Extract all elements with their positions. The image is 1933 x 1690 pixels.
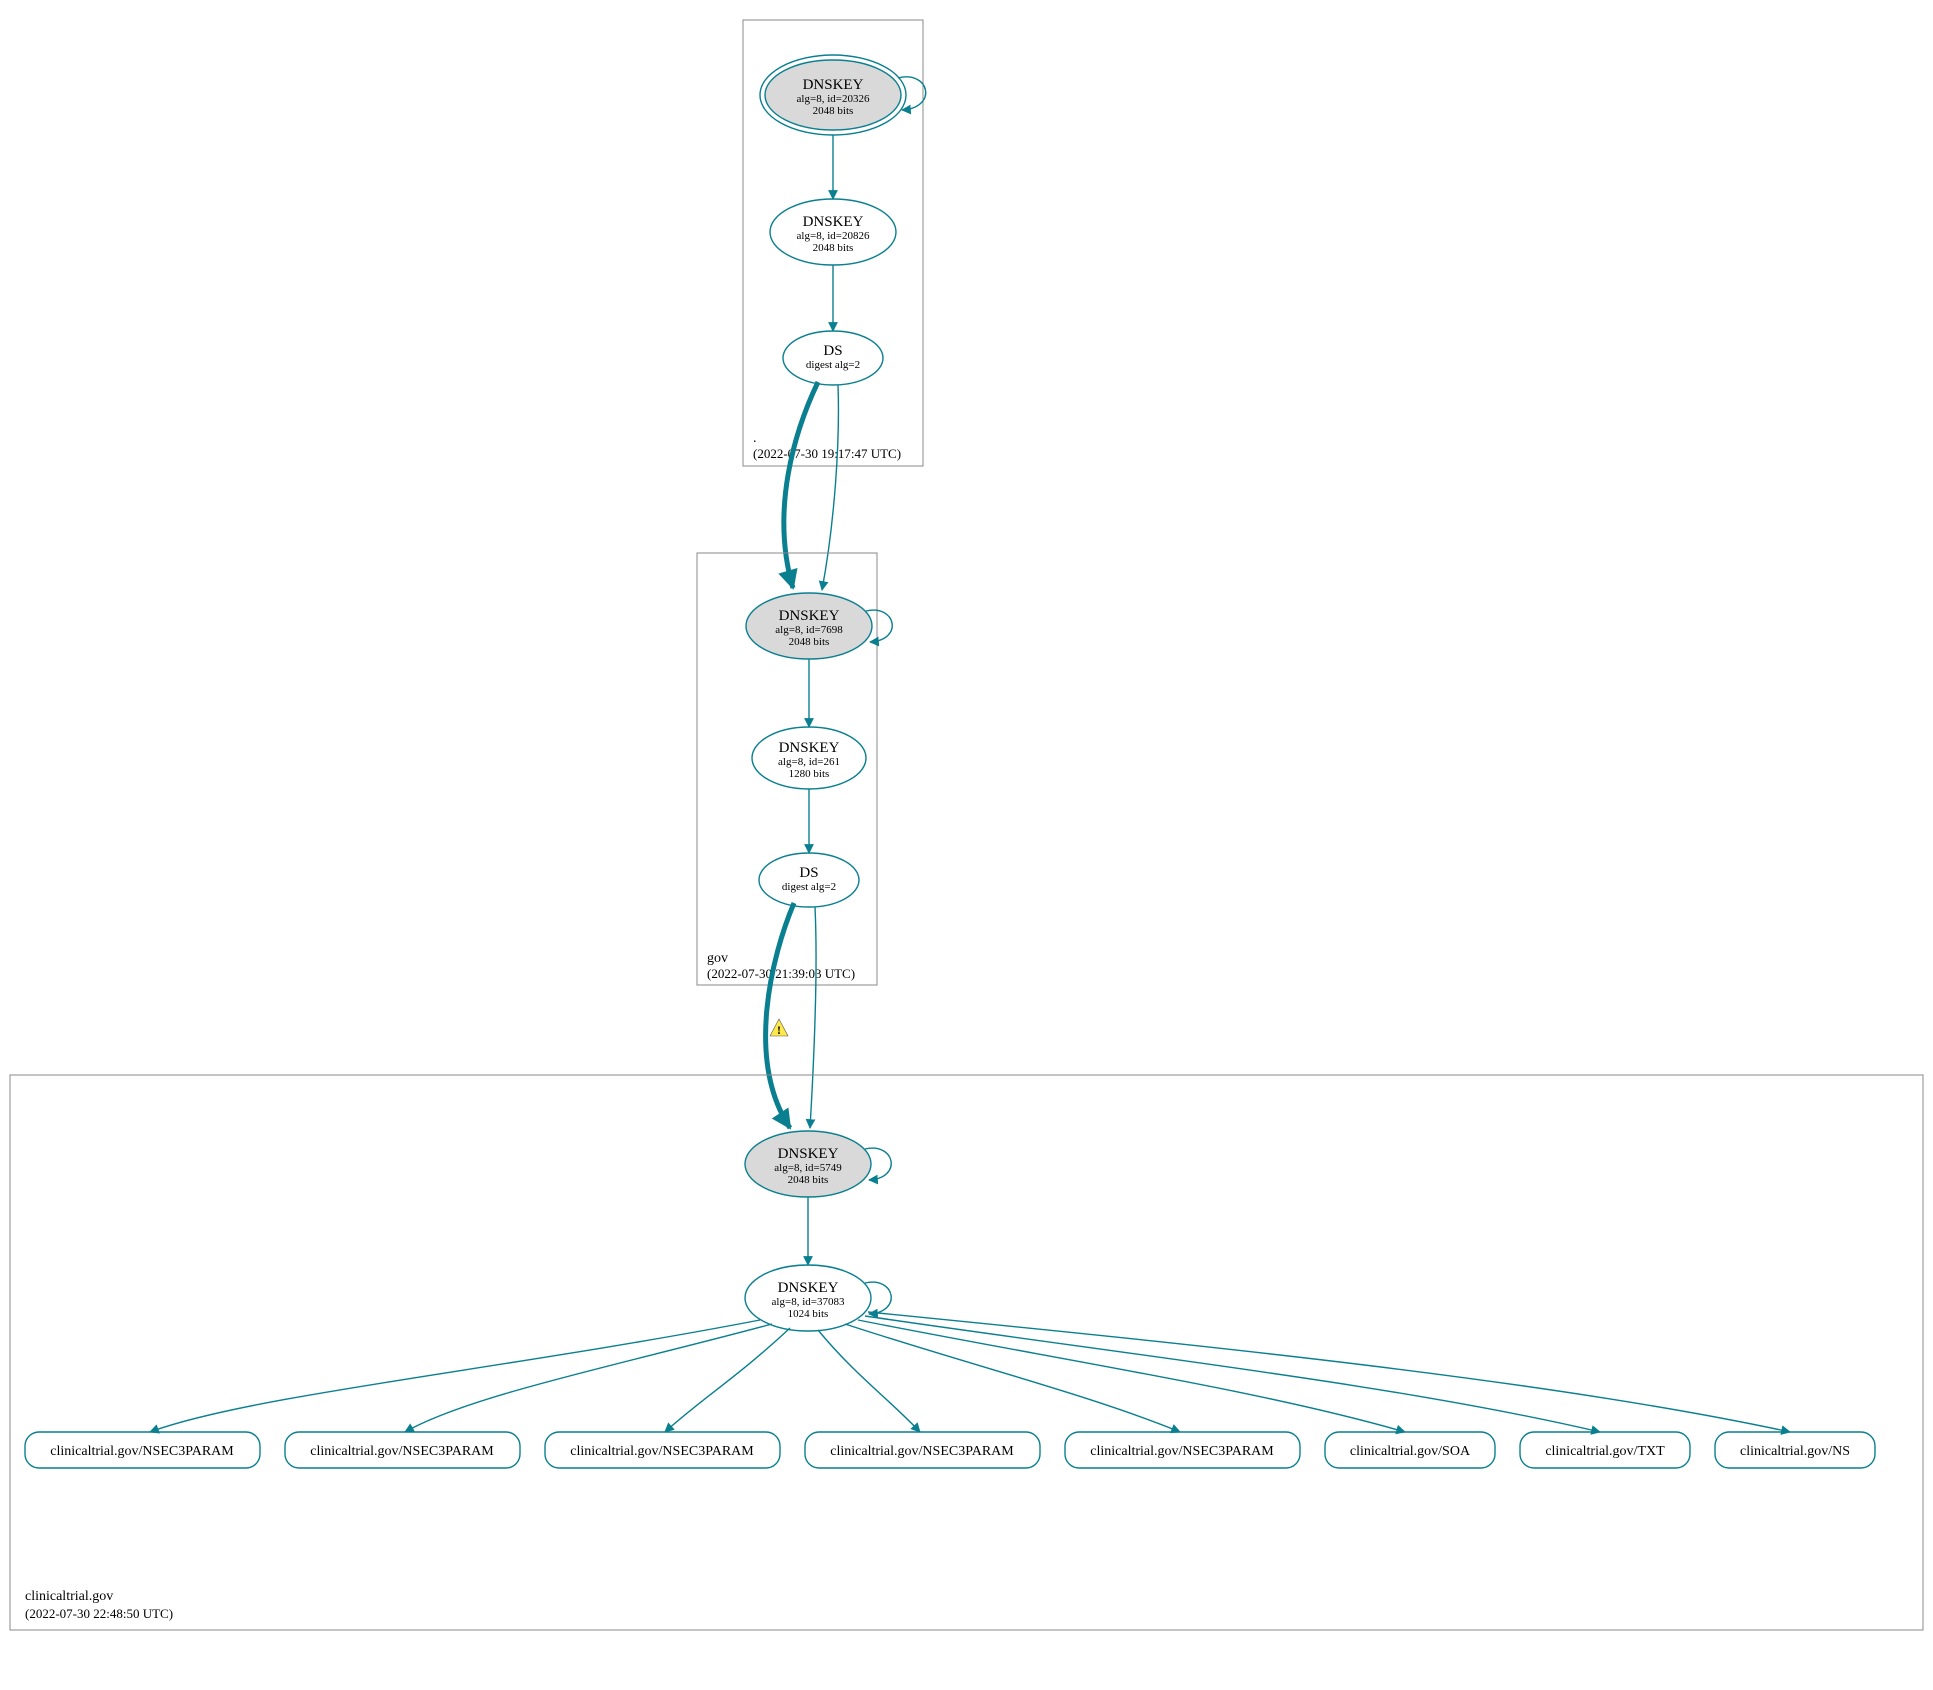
- node-gov-zsk: DNSKEY alg=8, id=261 1280 bits: [752, 727, 866, 789]
- node-root-ksk: DNSKEY alg=8, id=20326 2048 bits: [760, 55, 926, 135]
- svg-text:clinicaltrial.gov/NSEC3PARAM: clinicaltrial.gov/NSEC3PARAM: [830, 1444, 1014, 1459]
- rrset-group: clinicaltrial.gov/NSEC3PARAM clinicaltri…: [25, 1312, 1875, 1468]
- svg-text:clinicaltrial.gov/TXT: clinicaltrial.gov/TXT: [1545, 1444, 1665, 1459]
- node-gov-ds: DS digest alg=2: [759, 853, 859, 907]
- node-ct-ksk: DNSKEY alg=8, id=5749 2048 bits: [745, 1131, 891, 1197]
- svg-text:DNSKEY: DNSKEY: [778, 1280, 839, 1296]
- svg-text:alg=8, id=20826: alg=8, id=20826: [797, 230, 870, 242]
- edge-govds-to-ctksk-thick: [766, 903, 794, 1128]
- svg-text:DNSKEY: DNSKEY: [779, 608, 840, 624]
- svg-text:digest alg=2: digest alg=2: [782, 881, 836, 893]
- zone-clinicaltrial-timestamp: (2022-07-30 22:48:50 UTC): [25, 1606, 173, 1621]
- svg-text:clinicaltrial.gov/NSEC3PARAM: clinicaltrial.gov/NSEC3PARAM: [310, 1444, 494, 1459]
- node-gov-ksk: DNSKEY alg=8, id=7698 2048 bits: [746, 593, 892, 659]
- svg-text:1280 bits: 1280 bits: [789, 768, 830, 780]
- svg-text:2048 bits: 2048 bits: [813, 242, 854, 254]
- zone-root: . (2022-07-30 19:17:47 UTC) DNSKEY alg=8…: [743, 20, 926, 466]
- svg-text:alg=8, id=37083: alg=8, id=37083: [772, 1296, 845, 1308]
- svg-text:DNSKEY: DNSKEY: [803, 77, 864, 93]
- edge-rootds-to-govksk-thick: [784, 382, 818, 588]
- zone-root-name: .: [753, 431, 757, 446]
- edge-govds-to-ctksk-thin: [810, 907, 816, 1128]
- svg-text:clinicaltrial.gov/NSEC3PARAM: clinicaltrial.gov/NSEC3PARAM: [1090, 1444, 1274, 1459]
- zone-clinicaltrial-name: clinicaltrial.gov: [25, 1589, 113, 1604]
- svg-text:DS: DS: [823, 343, 842, 359]
- node-ct-zsk: DNSKEY alg=8, id=37083 1024 bits: [745, 1265, 891, 1331]
- svg-text:2048 bits: 2048 bits: [813, 105, 854, 117]
- svg-text:!: !: [777, 1023, 781, 1037]
- zone-root-timestamp: (2022-07-30 19:17:47 UTC): [753, 446, 901, 461]
- svg-text:digest alg=2: digest alg=2: [806, 359, 860, 371]
- svg-text:alg=8, id=5749: alg=8, id=5749: [774, 1162, 842, 1174]
- svg-text:clinicaltrial.gov/NS: clinicaltrial.gov/NS: [1740, 1444, 1850, 1459]
- svg-text:2048 bits: 2048 bits: [788, 1174, 829, 1186]
- svg-text:DNSKEY: DNSKEY: [778, 1146, 839, 1162]
- rrset-2: clinicaltrial.gov/NSEC3PARAM: [545, 1328, 790, 1468]
- rrset-3: clinicaltrial.gov/NSEC3PARAM: [805, 1330, 1040, 1468]
- edge-rootds-to-govksk-thin: [822, 385, 838, 590]
- svg-text:1024 bits: 1024 bits: [788, 1308, 829, 1320]
- node-root-ds: DS digest alg=2: [783, 331, 883, 385]
- svg-text:clinicaltrial.gov/SOA: clinicaltrial.gov/SOA: [1350, 1444, 1471, 1459]
- svg-text:alg=8, id=7698: alg=8, id=7698: [775, 624, 843, 636]
- svg-text:clinicaltrial.gov/NSEC3PARAM: clinicaltrial.gov/NSEC3PARAM: [50, 1444, 234, 1459]
- dnssec-graph: . (2022-07-30 19:17:47 UTC) DNSKEY alg=8…: [0, 0, 1933, 1690]
- svg-text:alg=8, id=261: alg=8, id=261: [778, 756, 840, 768]
- svg-text:DS: DS: [799, 865, 818, 881]
- svg-text:DNSKEY: DNSKEY: [779, 740, 840, 756]
- svg-text:alg=8, id=20326: alg=8, id=20326: [797, 93, 870, 105]
- zone-gov-name: gov: [707, 951, 728, 966]
- svg-text:DNSKEY: DNSKEY: [803, 214, 864, 230]
- zone-gov-timestamp: (2022-07-30 21:39:03 UTC): [707, 966, 855, 981]
- svg-text:clinicaltrial.gov/NSEC3PARAM: clinicaltrial.gov/NSEC3PARAM: [570, 1444, 754, 1459]
- svg-text:2048 bits: 2048 bits: [789, 636, 830, 648]
- zone-gov: gov (2022-07-30 21:39:03 UTC) DNSKEY alg…: [697, 553, 892, 985]
- node-root-zsk: DNSKEY alg=8, id=20826 2048 bits: [770, 199, 896, 265]
- warning-icon: !: [770, 1019, 788, 1037]
- zone-clinicaltrial: clinicaltrial.gov (2022-07-30 22:48:50 U…: [10, 1075, 1923, 1630]
